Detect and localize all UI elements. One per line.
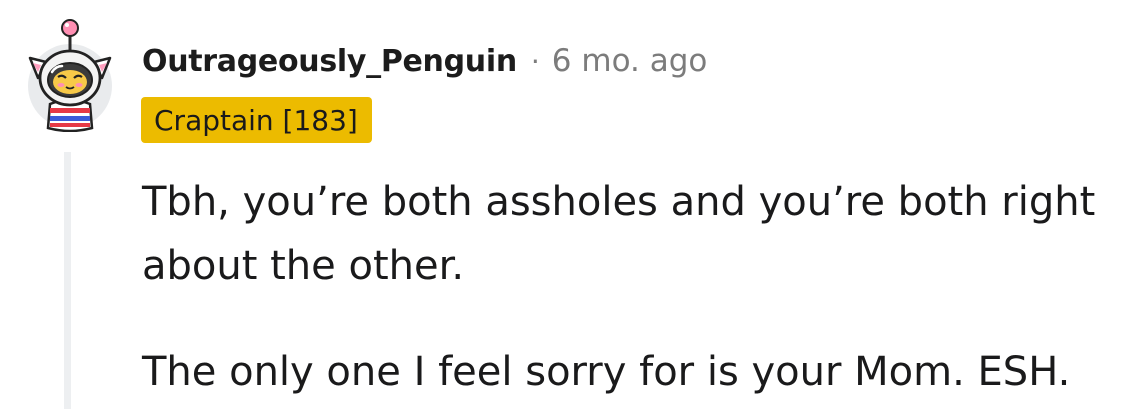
meta-separator: · <box>530 44 540 78</box>
user-avatar[interactable] <box>22 16 118 133</box>
comment-meta: Outrageously_Penguin · 6 mo. ago <box>142 38 707 84</box>
comment-paragraph: Tbh, you’re both assholes and you’re bot… <box>142 179 1096 289</box>
comment: Outrageously_Penguin · 6 mo. ago Craptai… <box>0 0 1135 409</box>
author-username[interactable]: Outrageously_Penguin <box>142 44 517 79</box>
thread-collapse-line[interactable] <box>64 152 71 409</box>
snoo-avatar-icon <box>28 19 112 133</box>
user-flair: Craptain [183] <box>141 97 372 143</box>
comment-paragraph: The only one I feel sorry for is your Mo… <box>142 349 1071 395</box>
comment-timestamp[interactable]: 6 mo. ago <box>552 43 708 79</box>
comment-body: Tbh, you’re both assholes and you’re bot… <box>142 170 1102 404</box>
